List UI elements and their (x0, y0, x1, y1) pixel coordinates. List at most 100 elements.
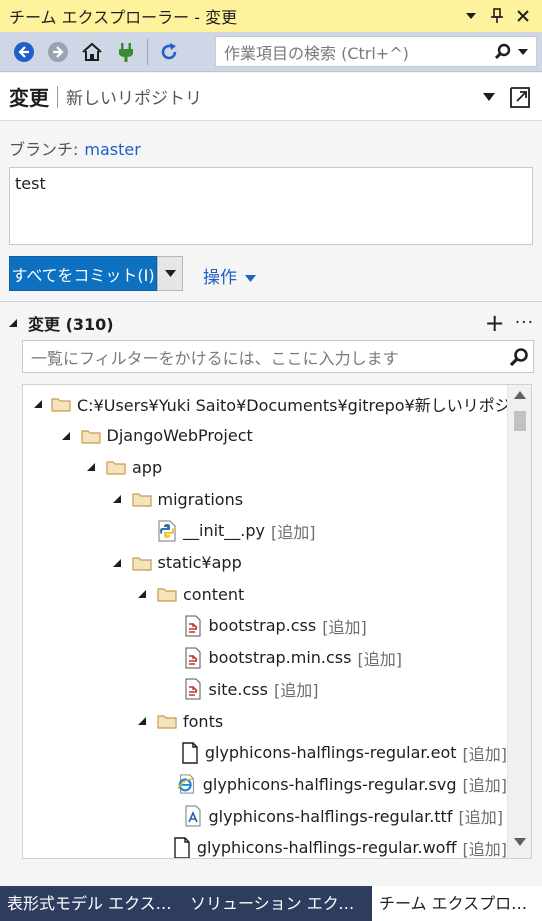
tab-team-explorer[interactable]: チーム エクスプローラー (372, 886, 542, 921)
toolbar-separator (147, 38, 148, 65)
tree-item-label: site.css (208, 679, 268, 699)
expand-triangle-icon[interactable] (135, 714, 149, 728)
python-file-icon (157, 520, 177, 542)
chevron-down-icon (164, 270, 176, 277)
tree-file-row[interactable]: site.css [追加] (23, 673, 507, 705)
page-header: 変更 新しいリポジトリ (0, 73, 542, 121)
tree-item-label: fonts (183, 711, 224, 731)
branch-label: ブランチ: (9, 140, 79, 159)
refresh-icon[interactable] (154, 37, 184, 67)
more-options-icon[interactable]: ··· (515, 313, 534, 333)
commit-all-button[interactable]: すべてをコミット(I) (9, 256, 157, 291)
ie-file-icon (177, 773, 197, 795)
expand-triangle-icon[interactable] (59, 429, 73, 443)
search-icon[interactable] (505, 347, 533, 367)
tab-tabular-model-explorer[interactable]: 表形式モデル エクスプローラー (0, 886, 183, 921)
changes-filter-input[interactable]: 一覧にフィルターをかけるには、ここに入力します (22, 340, 534, 373)
tree-folder-row[interactable]: fonts (23, 705, 507, 737)
tree-folder-row[interactable]: DjangoWebProject (23, 420, 507, 452)
work-item-search-input[interactable]: 作業項目の検索 (Ctrl+^) (215, 36, 537, 67)
css-file-icon (183, 615, 203, 637)
tree-folder-row[interactable]: migrations (23, 483, 507, 515)
actions-label: 操作 (203, 268, 237, 288)
plug-icon[interactable] (111, 37, 141, 67)
scrollbar-thumb[interactable] (514, 411, 526, 431)
expand-triangle-icon[interactable] (110, 556, 124, 570)
tree-item-label: glyphicons-halflings-regular.ttf (208, 806, 453, 826)
commit-options-dropdown[interactable] (157, 256, 183, 291)
back-circle-icon[interactable] (9, 37, 39, 67)
tree-item-label: DjangoWebProject (106, 426, 253, 446)
vertical-scrollbar[interactable] (507, 385, 531, 858)
dropdown-icon[interactable] (458, 3, 484, 29)
tab-solution-explorer[interactable]: ソリューション エクスプローラー (183, 886, 372, 921)
home-icon[interactable] (77, 37, 107, 67)
change-status-tag: [追加] (271, 522, 316, 542)
tree-folder-row[interactable]: app (23, 451, 507, 483)
commit-message-input[interactable]: test (9, 167, 533, 245)
stage-all-plus-icon[interactable]: + (485, 311, 505, 335)
css-file-icon (183, 678, 203, 700)
collapse-triangle-icon[interactable] (8, 318, 22, 328)
changes-title: 変更 (310) (28, 315, 114, 334)
chevron-down-icon[interactable] (476, 84, 502, 110)
tree-file-row[interactable]: glyphicons-halflings-regular.ttf [追加] (23, 800, 507, 832)
change-status-tag: [追加] (458, 808, 503, 828)
branch-link[interactable]: master (84, 140, 140, 159)
branch-row: ブランチ: master (9, 136, 141, 160)
expand-triangle-icon[interactable] (33, 397, 43, 411)
window-title: チーム エクスプローラー - 変更 (9, 8, 238, 27)
file-icon (181, 741, 199, 764)
tree-file-row[interactable]: glyphicons-halflings-regular.eot [追加] (23, 737, 507, 769)
filter-placeholder: 一覧にフィルターをかけるには、ここに入力します (31, 348, 399, 368)
changes-section-header: 変更 (310) + ··· (8, 311, 534, 335)
folder-icon (157, 710, 177, 732)
forward-circle-icon[interactable] (43, 37, 73, 67)
repository-name[interactable]: 新しいリポジトリ (66, 84, 476, 109)
tool-window-tabs: 表形式モデル エクスプローラーソリューション エクスプローラーチーム エクスプロ… (0, 886, 542, 921)
window-titlebar: チーム エクスプローラー - 変更 (0, 0, 542, 32)
tree-item-label: glyphicons-halflings-regular.svg (202, 774, 457, 794)
tree-item-label: content (183, 584, 245, 604)
tree-rows: C:¥Users¥Yuki Saito¥Documents¥gitrepo¥新し… (23, 385, 507, 858)
tree-file-row[interactable]: __init__.py [追加] (23, 515, 507, 547)
tree-folder-row[interactable]: content (23, 578, 507, 610)
change-status-tag: [追加] (322, 617, 367, 637)
font-file-icon (183, 805, 203, 827)
scroll-up-icon[interactable] (513, 391, 527, 403)
pin-icon[interactable] (484, 3, 510, 29)
file-icon (173, 837, 191, 858)
section-divider (0, 301, 542, 302)
expand-triangle-icon[interactable] (110, 492, 124, 506)
expand-triangle-icon[interactable] (84, 460, 98, 474)
scroll-down-icon[interactable] (513, 838, 527, 850)
tree-item-label: app (132, 457, 163, 477)
header-separator (57, 85, 58, 108)
change-status-tag: [追加] (462, 776, 508, 796)
folder-icon (157, 583, 177, 605)
tree-item-label: glyphicons-halflings-regular.woff (196, 838, 457, 858)
search-icon[interactable] (494, 43, 536, 61)
tree-file-row[interactable]: glyphicons-halflings-regular.svg [追加] (23, 768, 507, 800)
folder-icon (80, 425, 101, 447)
tree-file-row[interactable]: glyphicons-halflings-regular.woff [追加] (23, 832, 507, 858)
tree-file-row[interactable]: bootstrap.min.css [追加] (23, 642, 507, 674)
change-status-tag: [追加] (273, 681, 319, 701)
tree-file-row[interactable]: bootstrap.css [追加] (23, 610, 507, 642)
close-icon[interactable] (510, 3, 536, 29)
change-status-tag: [追加] (462, 744, 508, 764)
actions-menu[interactable]: 操作 (203, 263, 256, 288)
navigate-icon[interactable] (506, 83, 534, 111)
css-file-icon (183, 647, 203, 669)
tree-folder-row[interactable]: C:¥Users¥Yuki Saito¥Documents¥gitrepo¥新し… (23, 388, 507, 420)
tree-item-label: __init__.py (183, 521, 266, 541)
tree-folder-row[interactable]: static¥app (23, 547, 507, 579)
expand-triangle-icon[interactable] (135, 587, 149, 601)
change-status-tag: [追加] (357, 649, 402, 669)
